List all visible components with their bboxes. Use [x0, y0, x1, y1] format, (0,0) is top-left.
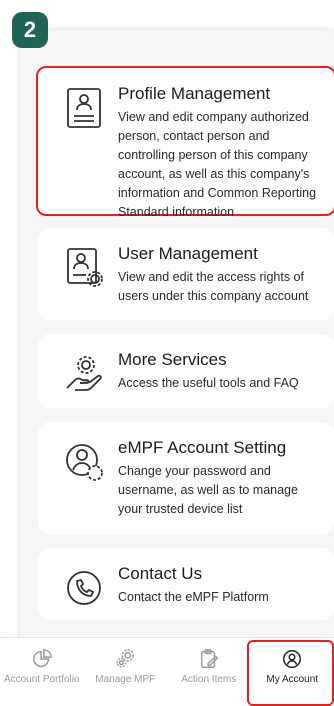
menu-description: Change your password and username, as we…	[118, 462, 324, 519]
nav-manage-mpf[interactable]: Manage MPF	[84, 638, 168, 706]
gears-icon	[114, 648, 136, 670]
menu-title: User Management	[118, 244, 258, 264]
menu-description: View and edit company authorized person,…	[118, 108, 324, 222]
nav-account-portfolio[interactable]: Account Portfolio	[0, 638, 84, 706]
menu-card-profile-management[interactable]: Profile Management View and edit company…	[38, 68, 334, 214]
menu-card-more-services[interactable]: More Services Access the useful tools an…	[38, 334, 334, 408]
my-account-panel: Profile Management View and edit company…	[20, 30, 334, 670]
nav-label: My Account	[266, 674, 318, 685]
menu-card-user-management[interactable]: User Management View and edit the access…	[38, 228, 334, 320]
menu-card-contact-us[interactable]: Contact Us Contact the eMPF Platform	[38, 548, 334, 620]
hand-gear-icon	[64, 352, 104, 396]
menu-description: Contact the eMPF Platform	[118, 588, 324, 607]
menu-card-empf-account-setting[interactable]: eMPF Account Setting Change your passwor…	[38, 422, 334, 534]
step-badge: 2	[12, 12, 48, 48]
bottom-navigation: Account Portfolio Manage MPF Action Item…	[0, 637, 334, 706]
menu-description: Access the useful tools and FAQ	[118, 374, 324, 393]
profile-document-icon	[64, 86, 104, 130]
menu-title: More Services	[118, 350, 227, 370]
clipboard-edit-icon	[198, 648, 220, 670]
pie-chart-icon	[31, 648, 53, 670]
nav-action-items[interactable]: Action Items	[167, 638, 251, 706]
nav-my-account[interactable]: My Account	[251, 638, 334, 706]
user-circle-icon	[281, 648, 303, 670]
menu-title: eMPF Account Setting	[118, 438, 286, 458]
nav-label: Account Portfolio	[4, 674, 80, 685]
user-gear-icon	[64, 440, 104, 484]
menu-title: Contact Us	[118, 564, 202, 584]
nav-label: Action Items	[181, 674, 236, 685]
menu-title: Profile Management	[118, 84, 270, 104]
nav-label: Manage MPF	[95, 674, 155, 685]
menu-description: View and edit the access rights of users…	[118, 268, 324, 306]
user-settings-icon	[64, 246, 104, 290]
phone-circle-icon	[64, 566, 104, 610]
